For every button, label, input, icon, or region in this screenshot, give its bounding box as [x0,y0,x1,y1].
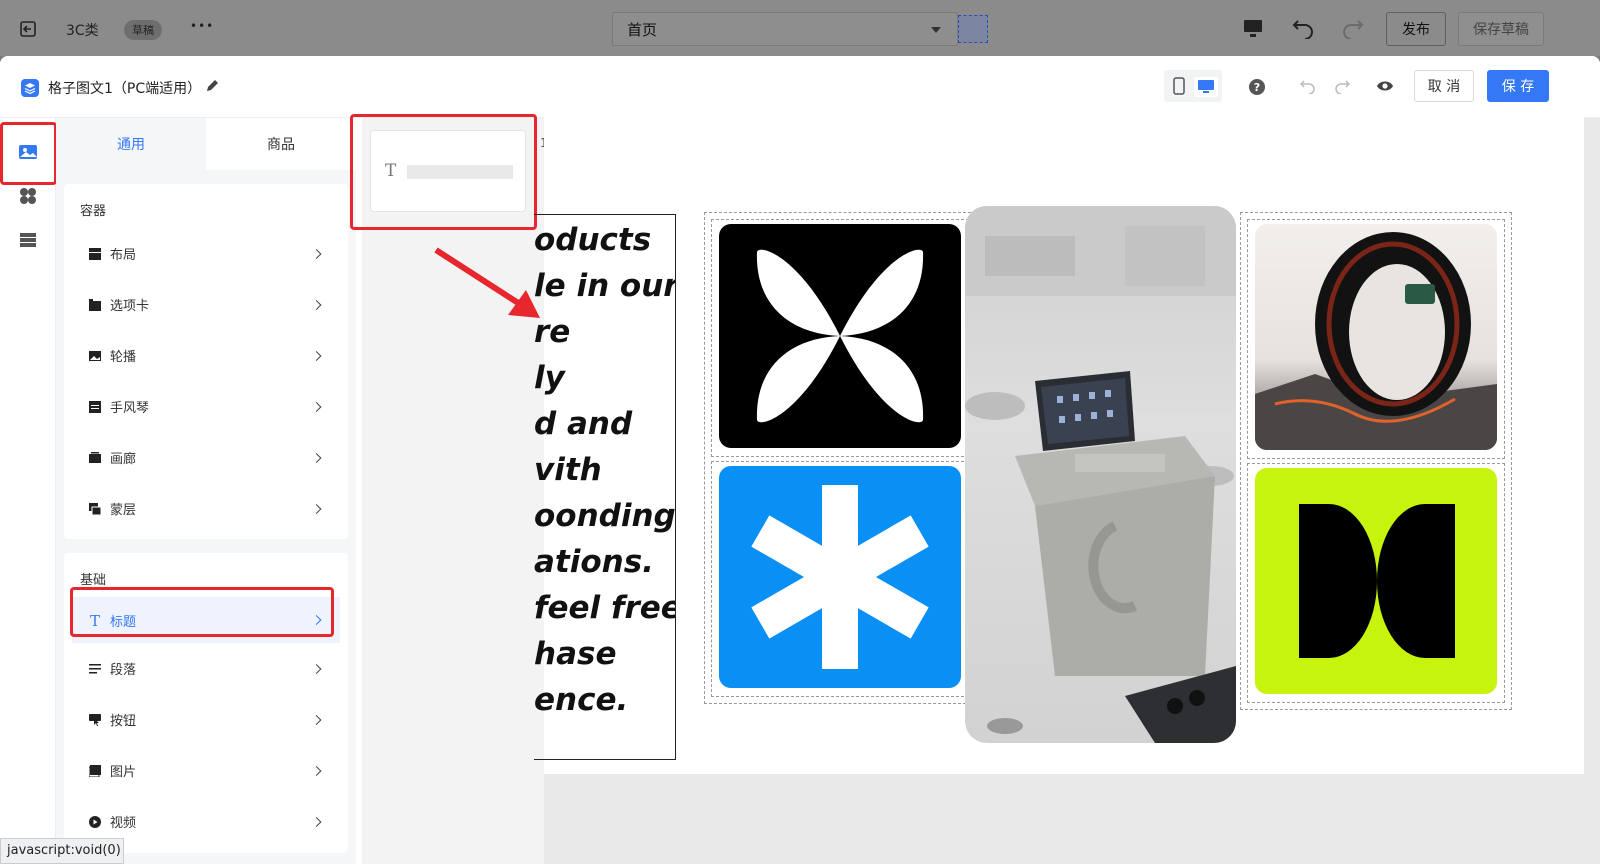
component-item-overlay[interactable]: 蒙层 [64,483,348,534]
tab-product[interactable]: 商品 [206,118,356,170]
text-line: oonding [534,498,676,534]
component-item-label: 段落 [110,663,137,678]
top-toolbar: 3C类 草稿 ••• 首页 发布 保存草稿 [0,0,1600,56]
component-item-accordion[interactable]: 手风琴 [64,381,348,432]
component-item-tabs[interactable]: 选项卡 [64,279,348,330]
grid-column-1[interactable] [704,212,976,704]
desktop-view-icon[interactable] [1194,77,1218,97]
status-bar: javascript:void(0) [0,838,124,864]
rail-layers[interactable] [0,218,56,262]
grid-cell[interactable] [711,461,969,697]
component-item-label: 布局 [110,248,137,263]
highlight-rail-components [0,122,57,185]
text-line: ly [534,360,565,396]
exit-icon[interactable] [20,20,38,42]
text-line: ations. [534,544,654,580]
desktop-icon[interactable] [1242,19,1264,43]
text-line: vith [534,452,602,488]
component-panel: 通用 商品 容器 布局 选项卡 轮播 手风琴 画廊 蒙层 基础 T 标题 段落 … [56,118,356,864]
component-item-label: 蒙层 [110,503,137,518]
help-icon[interactable]: ? [1248,78,1266,100]
grid-cell[interactable] [711,219,969,457]
text-line: ence. [534,682,629,718]
button-icon [88,713,102,727]
device-switch [1164,70,1222,102]
left-rail [0,118,56,864]
product-photo-tablet[interactable] [965,206,1236,743]
component-item-label: 手风琴 [110,401,150,416]
butterfly-logo-icon [756,249,924,423]
save-draft-button[interactable]: 保存草稿 [1458,12,1544,46]
undo-icon[interactable] [1292,17,1316,43]
mobile-icon[interactable] [1172,77,1186,99]
grid-cell[interactable] [1247,463,1505,703]
drag-arrow-annotation [434,247,540,318]
d-logo-tile [1255,468,1497,694]
chevron-down-icon [931,27,941,33]
tab-general[interactable]: 通用 [56,118,206,170]
asterisk-logo-tile [719,466,961,688]
video-icon [88,815,102,829]
category-label: 3C类 [66,23,99,39]
component-item-label: 图片 [110,765,137,780]
redo-icon[interactable] [1340,17,1364,43]
image-icon [88,764,102,778]
svg-text:?: ? [1254,81,1260,94]
component-item-carousel[interactable]: 轮播 [64,330,348,381]
grid-cell[interactable] [1247,219,1505,459]
undo-small-icon[interactable] [1299,78,1316,98]
overlay-icon [88,502,102,516]
save-button[interactable]: 保 存 [1487,70,1549,102]
layout-icon [88,247,102,261]
grid-column-3[interactable] [1240,212,1512,710]
text-line: feel free [534,590,676,626]
highlight-heading-item [70,587,334,637]
component-item-label: 画廊 [110,452,137,467]
component-item-label: 视频 [110,816,137,831]
accordion-icon [88,400,102,414]
component-item-label: 按钮 [110,714,137,729]
component-item-paragraph[interactable]: 段落 [64,643,348,694]
status-badge: 草稿 [124,20,162,40]
redo-small-icon[interactable] [1334,78,1351,98]
carousel-icon [88,349,102,363]
cancel-button[interactable]: 取 消 [1414,70,1474,102]
d-logo-icon [1299,504,1455,658]
component-item-image[interactable]: 图片 [64,745,348,796]
layers-icon [20,78,40,102]
highlight-preview-card [350,114,537,230]
smart-ring-photo [1255,224,1497,450]
butterfly-logo-tile [719,224,961,448]
preview-eye-icon[interactable] [1376,79,1394,97]
canvas: oducts le in our re ly d and vith oondin… [534,108,1584,774]
text-line: d and [534,406,633,442]
tabs-icon [88,298,102,312]
edit-pencil-icon[interactable] [204,78,220,98]
publish-button[interactable]: 发布 [1386,12,1446,46]
more-icon[interactable]: ••• [190,19,214,33]
asterisk-logo-icon [751,485,929,669]
component-item-layout[interactable]: 布局 [64,228,348,279]
container-group: 容器 布局 选项卡 轮播 手风琴 画廊 蒙层 [64,184,348,539]
component-item-gallery[interactable]: 画廊 [64,432,348,483]
component-item-button[interactable]: 按钮 [64,694,348,745]
editor-title: 格子图文1（PC端适用） [48,81,202,97]
component-item-label: 选项卡 [110,299,150,314]
component-item-label: 轮播 [110,350,137,365]
smart-ring-icon [1255,232,1497,450]
tablet-stand-photo [965,206,1236,743]
select-tool-icon[interactable] [958,15,988,43]
page-select-value: 首页 [627,20,658,39]
page-select[interactable]: 首页 [612,12,958,46]
paragraph-icon [88,662,102,676]
text-line: hase [534,636,617,672]
gallery-icon [88,451,102,465]
group-title: 容器 [80,204,107,219]
